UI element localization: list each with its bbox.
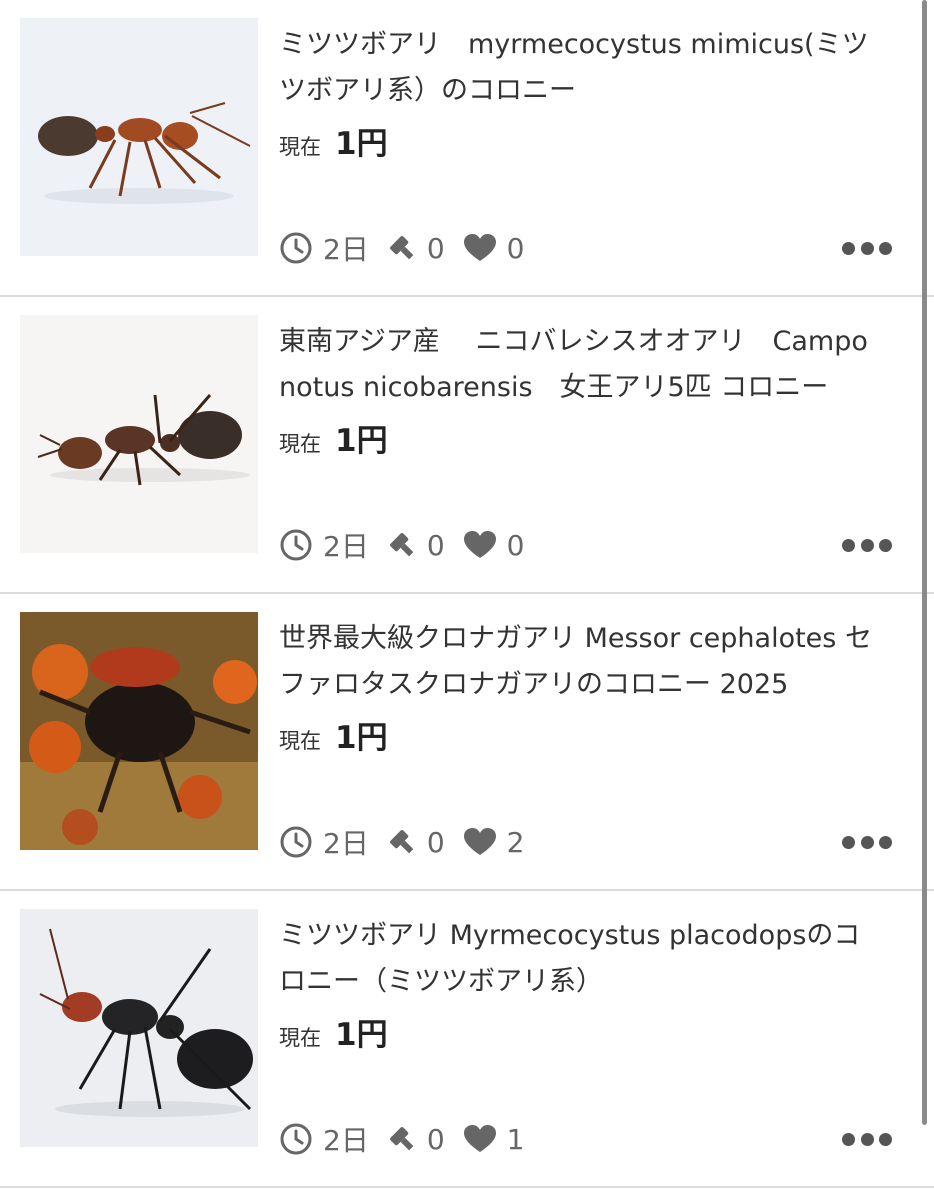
listing-thumbnail[interactable] xyxy=(20,909,258,1147)
listing-title[interactable]: 東南アジア産 ニコバレシスオオアリ Camponotus nicobarensi… xyxy=(279,319,879,411)
watch-count: 2 xyxy=(506,825,525,859)
price-value: 1円 xyxy=(335,1017,388,1053)
price-value: 1円 xyxy=(335,126,388,162)
clock-icon xyxy=(279,1122,313,1156)
price-label: 現在 xyxy=(279,729,321,753)
listing-thumbnail[interactable] xyxy=(20,612,258,850)
gavel-icon xyxy=(387,530,417,560)
listing-meta: 2日 0 1 xyxy=(279,1119,524,1159)
gavel-icon xyxy=(387,1124,417,1154)
listing-meta: 2日 0 0 xyxy=(279,525,524,565)
ant-colony-photo-image xyxy=(20,612,258,850)
listing-price: 現在 1円 xyxy=(279,415,388,460)
listing-title[interactable]: ミツツボアリ Myrmecocystus placodopsのコロニー（ミツツボ… xyxy=(279,913,879,1005)
clock-icon xyxy=(279,825,313,859)
time-left: 2日 xyxy=(323,1124,369,1157)
watch-count: 0 xyxy=(506,231,525,265)
ant-photo-image xyxy=(20,18,258,256)
more-dots-icon[interactable] xyxy=(842,535,892,555)
ant-photo-image xyxy=(20,909,258,1147)
bid-count: 0 xyxy=(426,231,445,265)
listing-thumbnail[interactable] xyxy=(20,18,258,256)
clock-icon xyxy=(279,528,313,562)
watch-count: 1 xyxy=(506,1122,525,1156)
time-left: 2日 xyxy=(323,530,369,563)
listing-item[interactable]: 東南アジア産 ニコバレシスオオアリ Camponotus nicobarensi… xyxy=(0,297,934,594)
heart-icon[interactable] xyxy=(463,1124,497,1154)
more-dots-icon[interactable] xyxy=(842,238,892,258)
price-label: 現在 xyxy=(279,1026,321,1050)
listing-price: 現在 1円 xyxy=(279,712,388,757)
clock-icon xyxy=(279,231,313,265)
listing-title[interactable]: ミツツボアリ myrmecocystus mimicus(ミツツボアリ系）のコロ… xyxy=(279,22,879,114)
gavel-icon xyxy=(387,827,417,857)
heart-icon[interactable] xyxy=(463,827,497,857)
listing-title[interactable]: 世界最大級クロナガアリ Messor cephalotes セファロタスクロナガ… xyxy=(279,616,879,708)
time-left: 2日 xyxy=(323,233,369,266)
price-value: 1円 xyxy=(335,720,388,756)
listing-item[interactable]: ミツツボアリ Myrmecocystus placodopsのコロニー（ミツツボ… xyxy=(0,891,934,1188)
heart-icon[interactable] xyxy=(463,530,497,560)
listing-price: 現在 1円 xyxy=(279,118,388,163)
bid-count: 0 xyxy=(426,825,445,859)
price-value: 1円 xyxy=(335,423,388,459)
time-left: 2日 xyxy=(323,827,369,860)
price-label: 現在 xyxy=(279,135,321,159)
heart-icon[interactable] xyxy=(463,233,497,263)
bid-count: 0 xyxy=(426,528,445,562)
listing-item[interactable]: 世界最大級クロナガアリ Messor cephalotes セファロタスクロナガ… xyxy=(0,594,934,891)
listing-price: 現在 1円 xyxy=(279,1009,388,1054)
listing-thumbnail[interactable] xyxy=(20,315,258,553)
listing-meta: 2日 0 2 xyxy=(279,822,524,862)
more-dots-icon[interactable] xyxy=(842,832,892,852)
bid-count: 0 xyxy=(426,1122,445,1156)
gavel-icon xyxy=(387,233,417,263)
listing-meta: 2日 0 0 xyxy=(279,228,524,268)
listing-item[interactable]: ミツツボアリ myrmecocystus mimicus(ミツツボアリ系）のコロ… xyxy=(0,0,934,297)
scrollbar[interactable] xyxy=(922,0,927,1125)
ant-photo-image xyxy=(20,315,258,553)
watch-count: 0 xyxy=(506,528,525,562)
price-label: 現在 xyxy=(279,432,321,456)
more-dots-icon[interactable] xyxy=(842,1129,892,1149)
